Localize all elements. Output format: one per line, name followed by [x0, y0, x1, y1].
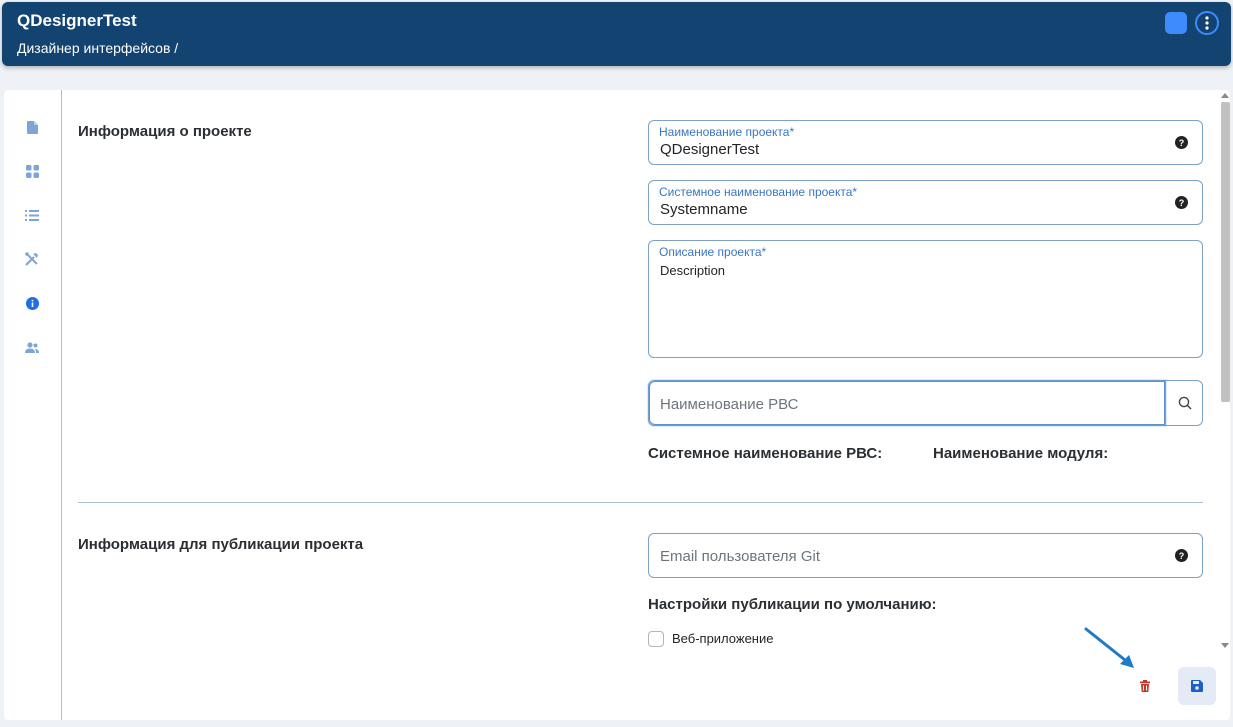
scroll-up-arrow-icon[interactable]	[1221, 93, 1229, 98]
description-label: Описание проекта*	[659, 245, 767, 259]
app-title: QDesignerTest	[17, 11, 137, 30]
sidebar-item-grid[interactable]	[25, 164, 39, 178]
tools-icon	[25, 252, 38, 266]
git-email-field[interactable]: Email пользователя Git ?	[648, 533, 1203, 578]
annotation-arrow-icon	[1084, 627, 1134, 668]
help-icon[interactable]: ?	[1175, 549, 1188, 562]
module-name-label: Наименование модуля:	[933, 445, 1109, 462]
project-name-value[interactable]: QDesignerTest	[660, 141, 759, 158]
list-icon	[25, 209, 39, 221]
project-info-title: Информация о проекте	[78, 123, 252, 140]
floppy-disk-icon	[1191, 680, 1203, 692]
grid-icon	[25, 164, 39, 178]
sidebar-item-users[interactable]	[25, 340, 39, 354]
description-field[interactable]: Описание проекта* Description	[648, 240, 1203, 358]
help-icon[interactable]: ?	[1175, 136, 1188, 149]
search-icon	[1178, 396, 1192, 410]
publication-info-title: Информация для публикации проекта	[78, 536, 364, 553]
rvs-search-placeholder: Наименование РВС	[660, 396, 799, 413]
rvs-system-name-label: Системное наименование РВС:	[648, 445, 883, 462]
delete-button[interactable]	[1133, 675, 1157, 697]
rvs-search: Наименование РВС	[648, 380, 1203, 426]
rvs-search-input[interactable]: Наименование РВС	[649, 381, 1165, 425]
system-name-label: Системное наименование проекта*	[659, 185, 858, 199]
more-menu-button[interactable]	[1195, 11, 1219, 35]
breadcrumb[interactable]: Дизайнер интерфейсов /	[17, 40, 178, 56]
scrollbar-thumb[interactable]	[1221, 102, 1230, 402]
sidebar	[4, 90, 62, 720]
web-app-checkbox[interactable]	[648, 631, 664, 647]
project-name-label: Наименование проекта*	[659, 125, 795, 139]
app-header: QDesignerTest Дизайнер интерфейсов /	[2, 2, 1231, 66]
sidebar-item-file[interactable]	[25, 120, 39, 134]
more-vertical-icon	[1205, 16, 1209, 30]
description-value[interactable]: Description	[660, 263, 725, 278]
sidebar-item-info[interactable]	[25, 296, 39, 310]
help-icon[interactable]: ?	[1175, 196, 1188, 209]
section-divider	[78, 502, 1203, 503]
rvs-search-button[interactable]	[1165, 381, 1203, 425]
trash-icon	[1140, 680, 1150, 692]
project-name-field[interactable]: Наименование проекта* QDesignerTest ?	[648, 120, 1203, 165]
scroll-down-arrow-icon[interactable]	[1221, 643, 1229, 648]
file-icon	[26, 120, 38, 134]
info-icon	[25, 296, 39, 310]
system-name-value[interactable]: Systemname	[660, 201, 748, 218]
web-app-label[interactable]: Веб-приложение	[672, 631, 773, 646]
system-name-field[interactable]: Системное наименование проекта* Systemna…	[648, 180, 1203, 225]
git-email-placeholder: Email пользователя Git	[660, 548, 820, 565]
sidebar-item-tools[interactable]	[25, 252, 39, 266]
default-settings-label: Настройки публикации по умолчанию:	[648, 596, 937, 613]
save-button[interactable]	[1178, 667, 1216, 705]
sidebar-item-list[interactable]	[25, 208, 39, 222]
status-square-icon[interactable]	[1165, 12, 1187, 34]
users-icon	[25, 341, 39, 353]
